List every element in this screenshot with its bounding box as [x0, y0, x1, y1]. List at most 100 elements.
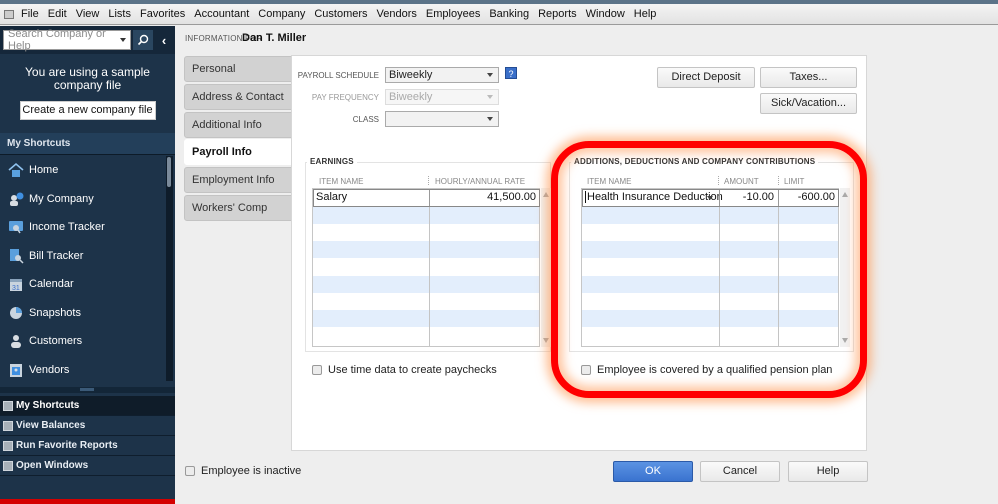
tab-employment-info[interactable]: Employment Info: [184, 167, 292, 194]
tab-personal[interactable]: Personal: [184, 56, 292, 82]
table-row[interactable]: Health Insurance Deduction -10.00 -600.0…: [582, 189, 839, 207]
tab-workers-comp[interactable]: Workers' Comp: [184, 194, 292, 221]
earnings-scrollbar[interactable]: [541, 188, 551, 347]
column-separator[interactable]: [428, 176, 429, 185]
my-company-icon: [8, 191, 24, 207]
table-row[interactable]: [582, 327, 838, 344]
shortcut-snapshots[interactable]: Snapshots: [0, 299, 166, 328]
menu-accountant[interactable]: Accountant: [194, 8, 249, 20]
search-dropdown-icon[interactable]: [120, 38, 126, 42]
scrollbar-thumb[interactable]: [167, 157, 171, 187]
table-row[interactable]: [313, 224, 539, 241]
menu-customers[interactable]: Customers: [314, 8, 367, 20]
table-row[interactable]: Salary 41,500.00: [313, 189, 540, 207]
menu-vendors[interactable]: Vendors: [377, 8, 417, 20]
tab-payroll-info[interactable]: Payroll Info: [184, 139, 292, 166]
payroll-schedule-select[interactable]: Biweekly: [385, 67, 499, 83]
sample-notice-text: You are using a sample company file: [25, 65, 150, 92]
pay-frequency-label: PAY FREQUENCY: [311, 93, 379, 102]
menu-help[interactable]: Help: [634, 8, 657, 20]
menu-reports[interactable]: Reports: [538, 8, 577, 20]
earnings-grid[interactable]: Salary 41,500.00: [312, 188, 540, 347]
checkbox-box[interactable]: [185, 466, 195, 476]
scroll-up-icon[interactable]: [543, 192, 549, 197]
additions-item-cell[interactable]: Health Insurance Deduction: [585, 191, 723, 203]
sick-vacation-button[interactable]: Sick/Vacation...: [760, 93, 857, 114]
additions-grid[interactable]: Health Insurance Deduction -10.00 -600.0…: [581, 188, 839, 347]
taxes-button[interactable]: Taxes...: [760, 67, 857, 88]
shortcut-customers[interactable]: Customers: [0, 327, 166, 356]
menu-lists[interactable]: Lists: [108, 8, 131, 20]
search-button[interactable]: [133, 30, 153, 50]
shortcut-vendors[interactable]: Vendors: [0, 356, 166, 385]
table-row[interactable]: [582, 310, 838, 328]
table-row[interactable]: [582, 240, 838, 259]
scroll-down-icon[interactable]: [842, 338, 848, 343]
shortcut-bill-tracker[interactable]: Bill Tracker: [0, 242, 166, 271]
pay-frequency-value: Biweekly: [389, 91, 433, 103]
employee-inactive-checkbox[interactable]: Employee is inactive: [185, 465, 301, 477]
earnings-item-cell[interactable]: Salary: [316, 191, 347, 203]
ok-button[interactable]: OK: [613, 461, 693, 482]
vendors-icon: [8, 362, 24, 378]
table-row[interactable]: [313, 258, 539, 275]
table-row[interactable]: [582, 206, 838, 224]
search-input[interactable]: Search Company or Help: [3, 28, 131, 52]
chevron-left-icon: ‹: [161, 32, 167, 48]
additions-amount-cell[interactable]: -10.00: [723, 191, 774, 203]
chevron-down-icon[interactable]: [707, 196, 713, 200]
column-separator[interactable]: [778, 176, 779, 185]
table-row[interactable]: [582, 275, 838, 293]
table-row[interactable]: [582, 293, 838, 310]
bottom-nav-view-balances[interactable]: View Balances: [0, 416, 175, 436]
shortcuts-scrollbar[interactable]: [166, 156, 173, 381]
table-row[interactable]: [313, 206, 539, 224]
menu-window[interactable]: Window: [586, 8, 625, 20]
additions-scrollbar[interactable]: [840, 188, 850, 347]
shortcut-my-company[interactable]: My Company: [0, 185, 166, 214]
cancel-button[interactable]: Cancel: [700, 461, 780, 482]
table-row[interactable]: [313, 327, 539, 344]
checkbox-box[interactable]: [581, 365, 591, 375]
table-row[interactable]: [313, 293, 539, 310]
table-row[interactable]: [313, 275, 539, 293]
table-row[interactable]: [313, 310, 539, 328]
scroll-down-icon[interactable]: [543, 338, 549, 343]
home-icon: [8, 162, 24, 178]
menu-employees[interactable]: Employees: [426, 8, 480, 20]
bottom-nav-my-shortcuts[interactable]: My Shortcuts: [0, 396, 175, 416]
scroll-up-icon[interactable]: [842, 192, 848, 197]
sidebar-bottom-accent: [0, 499, 175, 504]
help-question-icon[interactable]: ?: [505, 67, 517, 79]
menu-view[interactable]: View: [76, 8, 100, 20]
table-row[interactable]: [313, 240, 539, 259]
checkbox-box[interactable]: [312, 365, 322, 375]
sidebar-splitter[interactable]: [0, 387, 175, 393]
direct-deposit-button[interactable]: Direct Deposit: [657, 67, 755, 88]
shortcut-income-tracker[interactable]: Income Tracker: [0, 213, 166, 242]
tab-address-contact[interactable]: Address & Contact: [184, 83, 292, 110]
use-time-data-checkbox[interactable]: Use time data to create paychecks: [312, 364, 497, 376]
bottom-nav-open-windows[interactable]: Open Windows: [0, 456, 175, 476]
menu-company[interactable]: Company: [258, 8, 305, 20]
earnings-rate-cell[interactable]: 41,500.00: [487, 191, 536, 203]
column-separator[interactable]: [718, 176, 719, 185]
shortcut-home[interactable]: Home: [0, 156, 166, 185]
table-row[interactable]: [582, 258, 838, 275]
menu-banking[interactable]: Banking: [489, 8, 529, 20]
collapse-sidebar-button[interactable]: ‹: [157, 30, 171, 50]
help-button[interactable]: Help: [788, 461, 868, 482]
menu-edit[interactable]: Edit: [48, 8, 67, 20]
system-menu-icon[interactable]: [4, 9, 14, 19]
menu-favorites[interactable]: Favorites: [140, 8, 185, 20]
menu-file[interactable]: File: [21, 8, 39, 20]
class-select[interactable]: [385, 111, 499, 127]
tab-additional-info[interactable]: Additional Info: [184, 111, 292, 138]
bottom-nav-run-favorite-reports[interactable]: Run Favorite Reports: [0, 436, 175, 456]
shortcut-calendar[interactable]: 31 Calendar: [0, 270, 166, 299]
table-row[interactable]: [582, 224, 838, 241]
additions-limit-cell[interactable]: -600.00: [798, 191, 835, 203]
create-company-file-button[interactable]: Create a new company file: [19, 101, 156, 120]
pension-plan-checkbox[interactable]: Employee is covered by a qualified pensi…: [581, 364, 832, 376]
additions-deductions-group: ADDITIONS, DEDUCTIONS AND COMPANY CONTRI…: [569, 157, 854, 352]
